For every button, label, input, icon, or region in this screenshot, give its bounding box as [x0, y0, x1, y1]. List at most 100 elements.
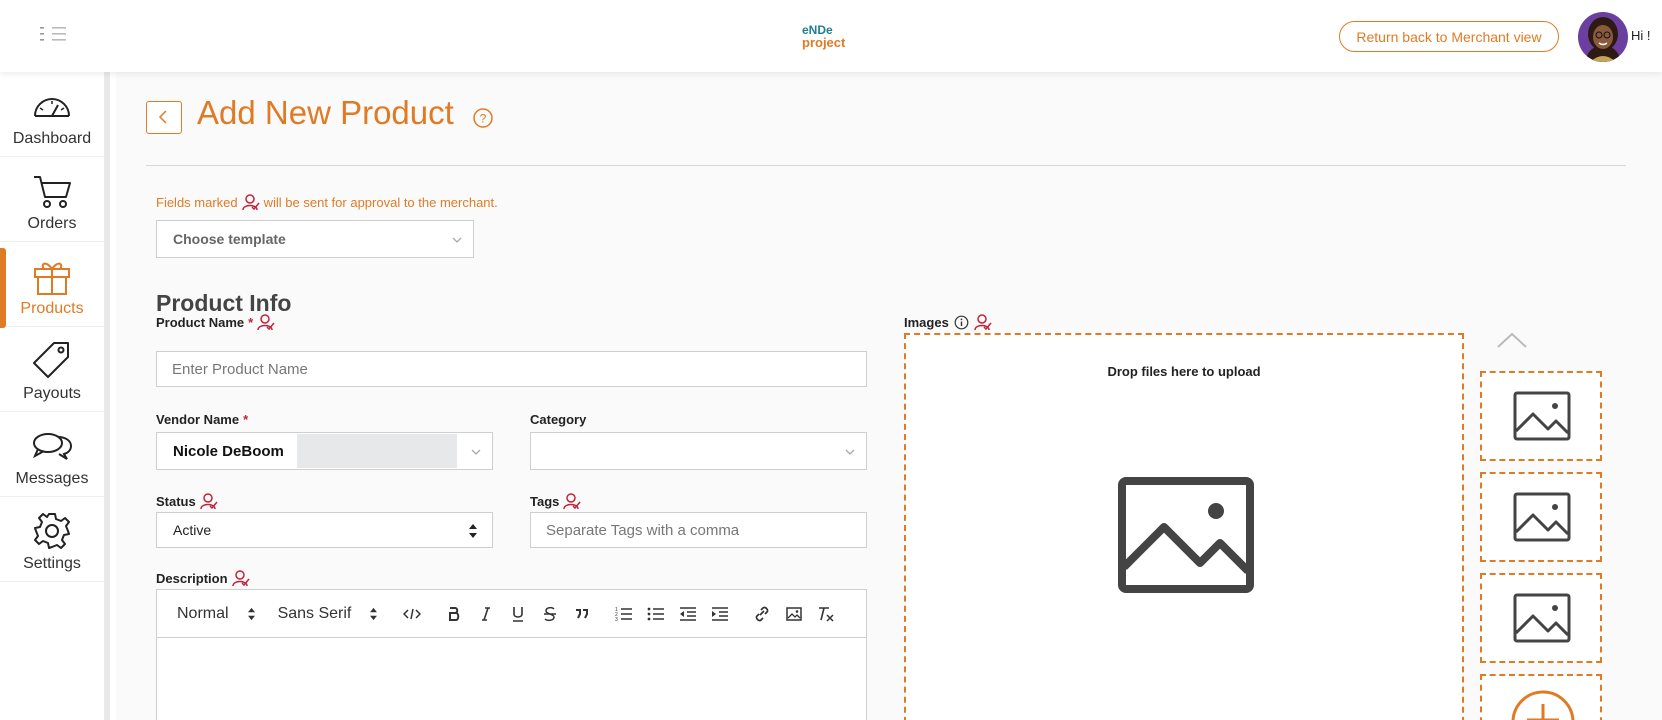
image-placeholder-icon	[1118, 477, 1254, 593]
approval-user-icon	[257, 314, 275, 331]
main-content: Add New Product ? Fields marked will be …	[116, 72, 1662, 720]
sidebar: Dashboard Orders Products Payouts Messag…	[0, 72, 110, 720]
vendor-name-label: Vendor Name *	[156, 412, 248, 427]
info-icon[interactable]	[954, 315, 969, 330]
chevron-up-icon[interactable]	[1496, 331, 1528, 349]
tags-label-text: Tags	[530, 493, 560, 509]
bold-icon[interactable]	[442, 603, 466, 625]
dropzone-text: Drop files here to upload	[1107, 364, 1261, 379]
gift-icon	[34, 262, 70, 295]
link-icon[interactable]	[750, 603, 774, 625]
category-select[interactable]	[530, 432, 867, 470]
top-header: eNDe project Return back to Merchant vie…	[0, 0, 1662, 72]
vendor-name-label-text: Vendor Name	[156, 412, 240, 427]
category-label-text: Category	[530, 412, 587, 427]
menu-toggle-icon[interactable]	[38, 22, 70, 46]
required-mark: *	[248, 314, 254, 330]
cart-icon	[34, 176, 71, 208]
approval-user-icon	[563, 493, 581, 510]
sidebar-item-payouts[interactable]: Payouts	[0, 327, 104, 412]
greeting-text: Hi !	[1631, 28, 1651, 43]
italic-icon[interactable]	[474, 603, 498, 625]
approval-note-after: will be sent for approval to the merchan…	[263, 194, 498, 210]
insert-image-icon[interactable]	[782, 603, 806, 625]
code-block-icon[interactable]	[400, 603, 424, 625]
sidebar-item-dashboard[interactable]: Dashboard	[0, 72, 104, 157]
editor-toolbar: Normal Sans Serif 1 2 3	[157, 590, 866, 638]
image-placeholder-icon	[1513, 391, 1571, 441]
sidebar-item-messages[interactable]: Messages	[0, 412, 104, 497]
help-icon[interactable]: ?	[472, 107, 494, 129]
chat-bubbles-icon	[32, 433, 73, 460]
category-label: Category	[530, 412, 586, 427]
chevron-down-icon	[845, 449, 855, 455]
gear-icon	[34, 513, 70, 549]
sort-arrows-icon	[247, 607, 255, 620]
tag-icon	[33, 342, 69, 378]
redacted-area	[297, 434, 457, 468]
font-select-value: Sans Serif	[277, 604, 352, 622]
sidebar-item-settings[interactable]: Settings	[0, 497, 104, 582]
page-title: Add New Product	[197, 94, 454, 131]
ende-logo[interactable]: eNDe project	[800, 22, 856, 52]
sidebar-item-label: Settings	[23, 555, 81, 572]
sidebar-item-products[interactable]: Products	[0, 242, 104, 328]
image-thumbnail-slot[interactable]	[1480, 371, 1602, 461]
return-merchant-view-button[interactable]: Return back to Merchant view	[1339, 21, 1559, 52]
add-image-button[interactable]	[1480, 674, 1602, 720]
sidebar-item-label: Orders	[27, 215, 77, 232]
approval-note-before: Fields marked	[156, 194, 238, 210]
blockquote-icon[interactable]	[570, 603, 594, 625]
strikethrough-icon[interactable]	[538, 603, 562, 625]
description-editor: Normal Sans Serif 1 2 3	[156, 589, 867, 720]
description-editor-body[interactable]	[157, 638, 866, 720]
tags-label: Tags	[530, 492, 581, 510]
title-divider	[146, 165, 1626, 166]
images-label-text: Images	[904, 314, 949, 330]
template-select-value: Choose template	[173, 231, 286, 247]
status-select[interactable]: Active	[156, 512, 493, 548]
product-name-input[interactable]	[156, 351, 867, 387]
approval-user-icon	[231, 570, 250, 587]
indent-icon[interactable]	[708, 603, 732, 625]
sort-arrows-icon	[370, 607, 378, 620]
sidebar-item-orders[interactable]: Orders	[0, 157, 104, 242]
sidebar-item-label: Products	[20, 300, 84, 317]
back-button[interactable]	[146, 101, 182, 134]
vendor-select[interactable]: Nicole DeBoom	[156, 432, 493, 470]
svg-text:3: 3	[615, 617, 618, 622]
gauge-icon	[34, 98, 70, 117]
approval-user-icon	[974, 314, 992, 331]
format-select-value: Normal	[177, 604, 229, 622]
tags-input[interactable]	[530, 512, 867, 548]
vendor-select-value: Nicole DeBoom	[173, 443, 284, 460]
approval-user-icon	[241, 194, 260, 211]
outdent-icon[interactable]	[676, 603, 700, 625]
underline-icon[interactable]	[506, 603, 530, 625]
status-label-text: Status	[156, 493, 196, 509]
bullet-list-icon[interactable]	[644, 603, 668, 625]
format-select[interactable]: Normal	[177, 605, 256, 623]
sidebar-item-label: Payouts	[23, 385, 81, 402]
status-label: Status	[156, 492, 218, 510]
ordered-list-icon[interactable]: 123	[612, 603, 636, 625]
chevron-down-icon	[471, 449, 481, 455]
description-label: Description	[156, 569, 250, 587]
image-dropzone[interactable]: Drop files here to upload	[904, 333, 1464, 720]
sidebar-item-label: Dashboard	[12, 130, 92, 147]
product-name-label: Product Name *	[156, 313, 275, 331]
svg-text:?: ?	[480, 112, 487, 126]
sort-arrows-icon	[469, 524, 477, 538]
font-select[interactable]: Sans Serif	[278, 605, 379, 623]
image-placeholder-icon	[1513, 492, 1571, 542]
avatar[interactable]	[1578, 12, 1628, 62]
image-thumbnail-slot[interactable]	[1480, 472, 1602, 562]
product-name-label-text: Product Name	[156, 314, 245, 330]
status-select-value: Active	[173, 522, 212, 538]
plus-circle-icon	[1511, 690, 1575, 720]
template-select[interactable]: Choose template	[156, 220, 474, 258]
clear-format-icon[interactable]	[814, 603, 838, 625]
chevron-down-icon	[452, 237, 462, 243]
image-placeholder-icon	[1513, 593, 1571, 643]
image-thumbnail-slot[interactable]	[1480, 573, 1602, 663]
